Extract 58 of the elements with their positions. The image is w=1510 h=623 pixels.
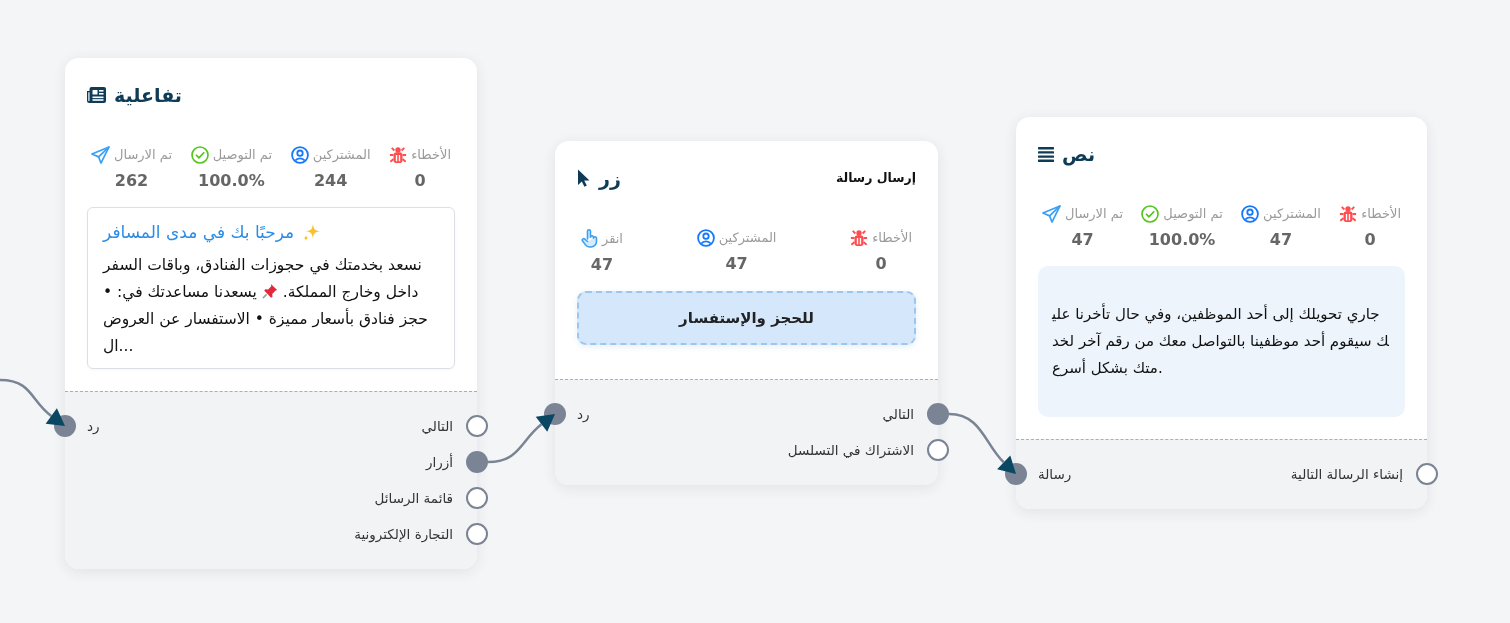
bug-icon bbox=[389, 146, 408, 164]
stat-value: 100.0% bbox=[1148, 230, 1216, 250]
node-title: نص bbox=[1062, 143, 1096, 165]
stat-label: تم التوصيل bbox=[1163, 205, 1223, 223]
port-label: قائمة الرسائل bbox=[374, 488, 453, 508]
stat-label: انقر bbox=[602, 229, 623, 248]
stat-label: المشتركين bbox=[718, 229, 777, 247]
newspaper-icon bbox=[87, 87, 106, 103]
port-label: رد bbox=[87, 416, 100, 436]
connector-arrow bbox=[0, 378, 65, 426]
port-label: إنشاء الرسالة التالية bbox=[1290, 464, 1403, 484]
port-label: رد bbox=[577, 404, 590, 424]
message-title: مرحبًا بك في مدى المسافر bbox=[103, 221, 295, 244]
connector-arrow bbox=[948, 412, 1016, 474]
check-circle-icon bbox=[190, 146, 209, 164]
stat-value: 47 bbox=[1269, 230, 1293, 250]
stat-value: 0 bbox=[875, 254, 887, 274]
port-label: التالي bbox=[421, 416, 453, 436]
stat-label: تم الارسال bbox=[114, 146, 173, 164]
stat-value: 47 bbox=[1071, 230, 1094, 250]
stat-label: المشتركين bbox=[1263, 205, 1321, 223]
stat-value: 100.0% bbox=[198, 171, 265, 191]
stat-label: تم الارسال bbox=[1065, 205, 1124, 223]
bug-icon bbox=[850, 229, 869, 247]
port-label: التالي bbox=[882, 404, 914, 424]
port-label: الاشتراك في التسلسل bbox=[787, 440, 914, 461]
user-icon bbox=[696, 229, 715, 247]
user-icon bbox=[290, 146, 309, 164]
bug-icon bbox=[1339, 205, 1358, 223]
connector-arrow bbox=[487, 414, 555, 464]
message-text: جاري تحويلك إلى أحد الموظفين، وفي حال تأخرنا عليك سيقوم أحد موظفينا بالتواصل معك من رقم آخر لخدمتك بشكل أسرع. bbox=[1052, 302, 1390, 379]
stat-label: الأخطاء bbox=[411, 146, 451, 164]
port-label: أزرار bbox=[425, 452, 453, 473]
lines-icon bbox=[1038, 146, 1054, 162]
stat-value: 244 bbox=[313, 171, 348, 191]
stat-label: الأخطاء bbox=[872, 229, 912, 247]
hand-pointer-icon bbox=[581, 229, 598, 248]
stat-value: 262 bbox=[114, 171, 149, 191]
check-circle-icon bbox=[1141, 205, 1160, 223]
node-title: تفاعلية bbox=[114, 84, 182, 106]
message-text: نسعد بخدمتك في حجوزات الفنادق، وباقات السفر داخل وخارج المملكة. يسعدنا مساعدتك في: • حجز فنادق بأسعار مميزة • الاستفسار عن العروض ال... bbox=[103, 255, 429, 357]
stat-label: المشتركين bbox=[312, 146, 371, 164]
paper-plane-icon bbox=[91, 146, 111, 164]
stat-label: تم التوصيل bbox=[212, 146, 273, 164]
cursor-icon bbox=[577, 169, 591, 187]
stat-value: 47 bbox=[725, 254, 748, 274]
port-label: التجارة الإلكترونية bbox=[354, 524, 453, 545]
stat-label: الأخطاء bbox=[1361, 205, 1401, 223]
node-title: زر bbox=[599, 167, 621, 189]
user-icon bbox=[1241, 205, 1260, 223]
node-subtitle: إرسال رسالة bbox=[835, 168, 916, 187]
pushpin-icon bbox=[261, 283, 278, 299]
reply-button[interactable]: للحجز والإستفسار bbox=[577, 291, 916, 345]
port-label: رسالة bbox=[1038, 464, 1072, 485]
stat-value: 0 bbox=[414, 171, 426, 191]
stat-value: 0 bbox=[1364, 230, 1376, 250]
paper-plane-icon bbox=[1042, 205, 1061, 223]
stat-value: 47 bbox=[590, 255, 614, 275]
